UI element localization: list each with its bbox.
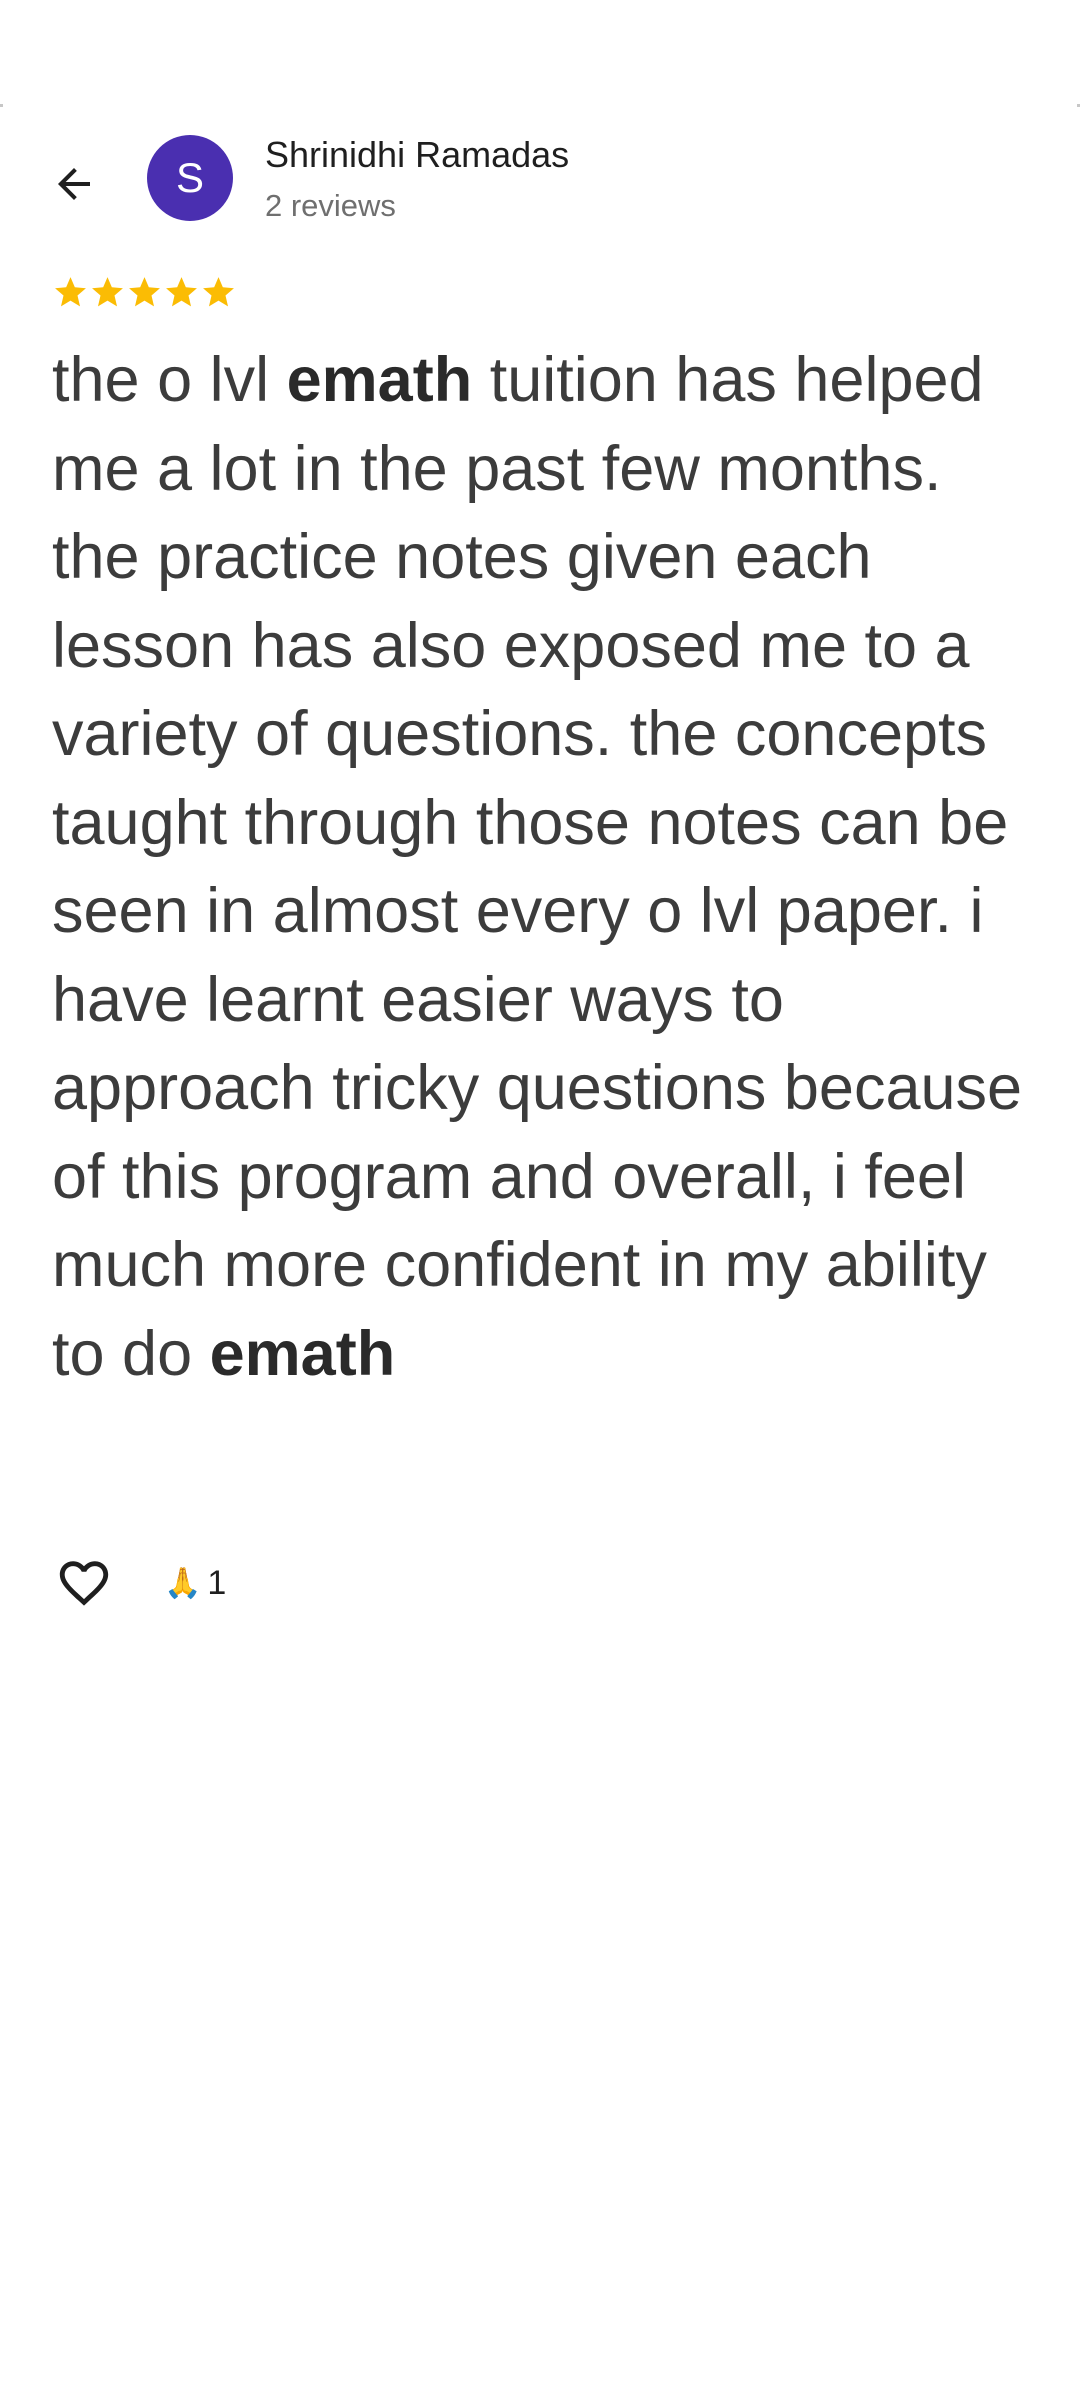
review-header: S Shrinidhi Ramadas 2 reviews [0, 130, 1080, 230]
review-actions: 🙏 1 [52, 1548, 226, 1618]
star-rating [52, 274, 237, 318]
reaction-chip[interactable]: 🙏 1 [164, 1564, 226, 1603]
review-text-highlight: emath [209, 1318, 396, 1389]
review-text: the o lvl emath tuition has helped me a … [52, 336, 1042, 1398]
review-text-segment: tuition has helped me a lot in the past … [52, 345, 1023, 1389]
review-text-segment: the o lvl [52, 345, 287, 415]
heart-outline-icon [59, 1561, 109, 1606]
author-review-count: 2 reviews [265, 188, 396, 223]
star-icon [129, 277, 160, 307]
review-text-highlight: emath [286, 345, 473, 415]
folded-hands-icon: 🙏 [164, 1565, 202, 1601]
back-button[interactable] [30, 140, 118, 228]
reaction-count: 1 [207, 1563, 227, 1602]
author-name[interactable]: Shrinidhi Ramadas [265, 134, 569, 176]
star-icon [203, 277, 234, 307]
like-button[interactable] [52, 1551, 116, 1615]
corner-mark-left [0, 104, 3, 107]
avatar-letter: S [175, 154, 204, 201]
arrow-back-icon [58, 168, 90, 200]
avatar[interactable]: S [147, 135, 233, 221]
star-icon [55, 277, 86, 307]
status-bar-area [0, 0, 1080, 108]
star-icon [92, 277, 123, 307]
star-icon [166, 277, 197, 307]
